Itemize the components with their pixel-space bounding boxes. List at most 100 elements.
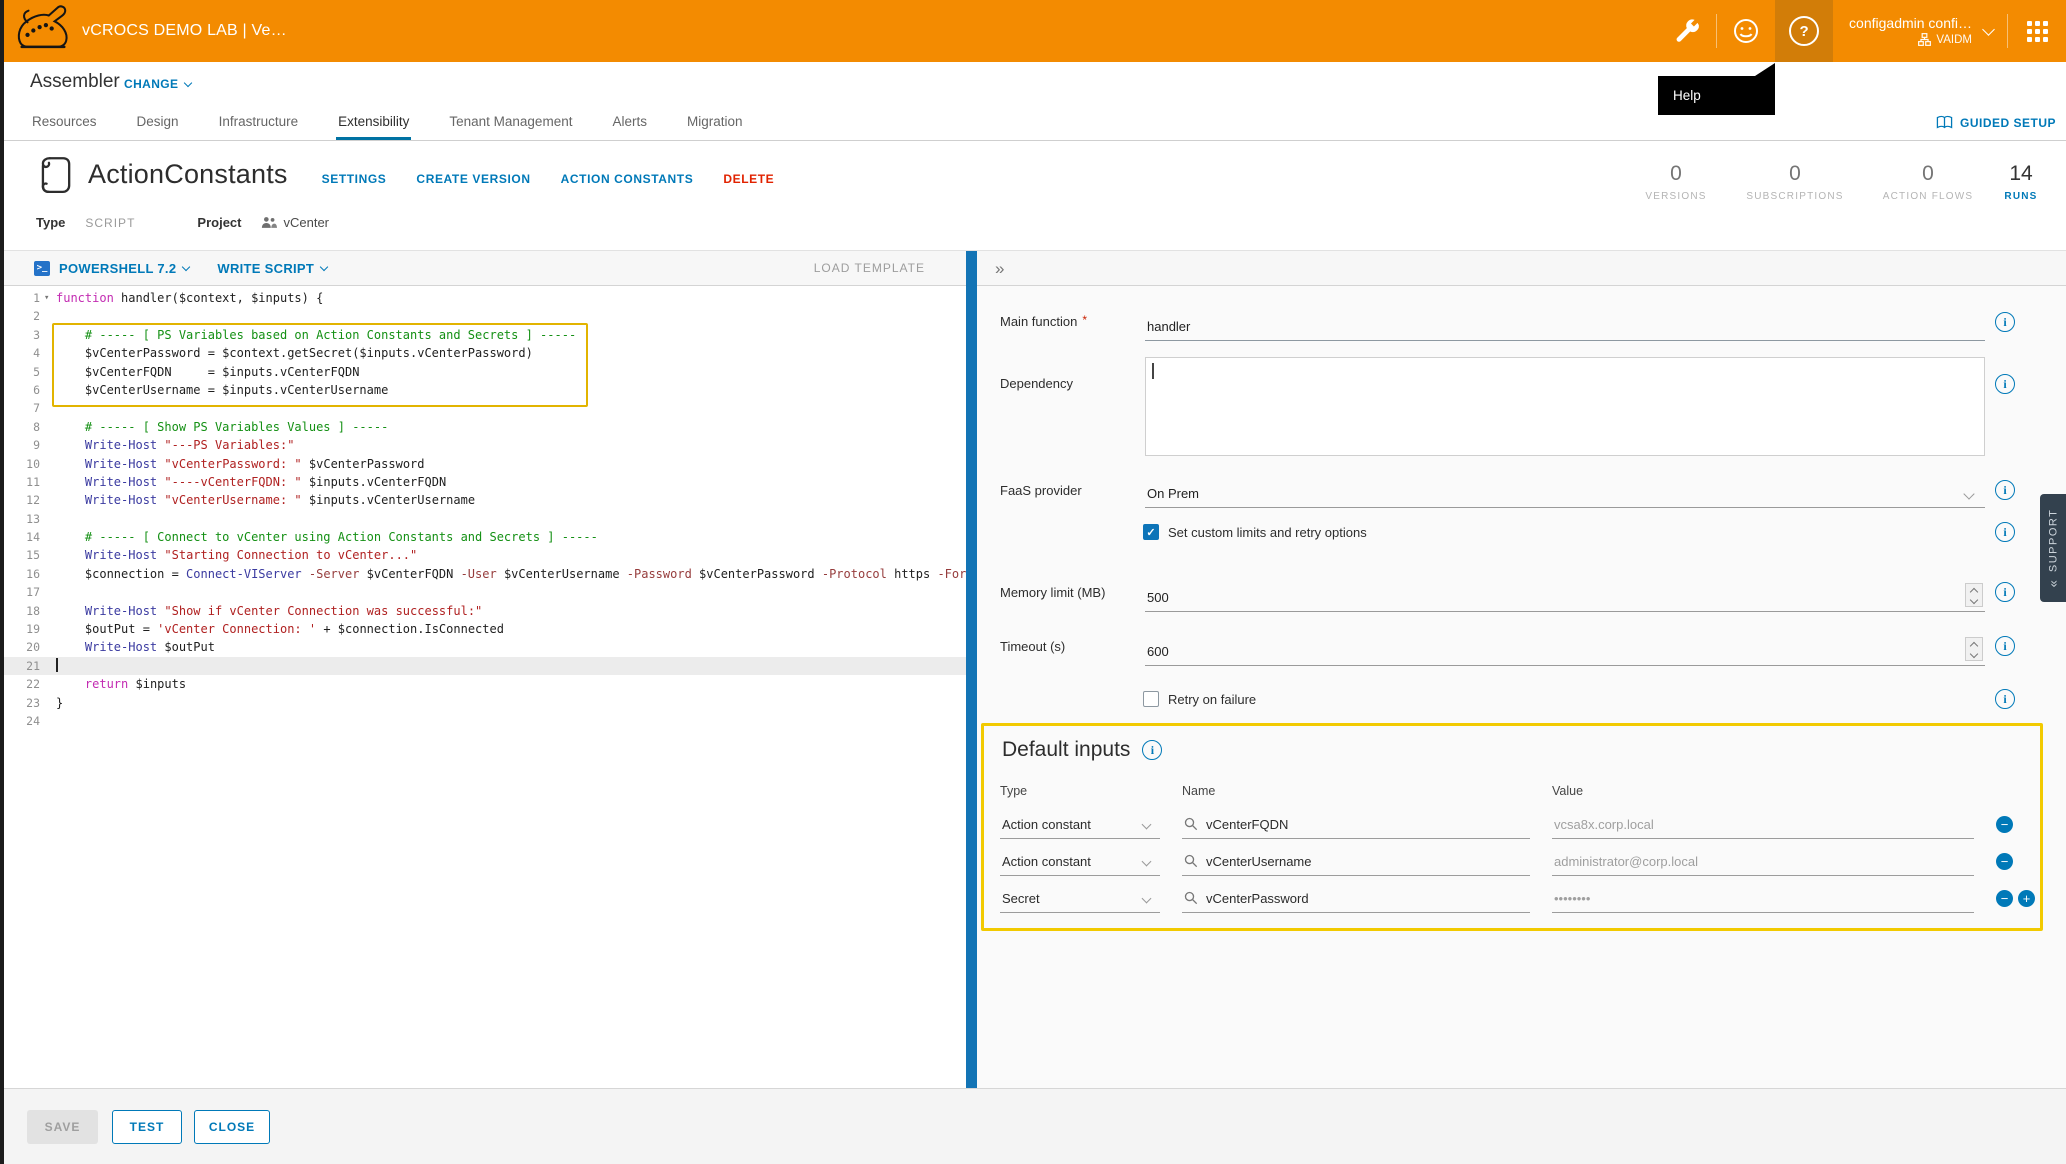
tab-alerts[interactable]: Alerts (610, 114, 649, 140)
code-line-16[interactable]: 16 $connection = Connect-VIServer -Serve… (0, 565, 966, 583)
info-icon[interactable]: i (1995, 582, 2015, 602)
code-line-17[interactable]: 17 (0, 583, 966, 601)
custom-limits-checkbox[interactable]: ✓ (1143, 524, 1159, 540)
code-line-9[interactable]: 9 Write-Host "---PS Variables:" (0, 436, 966, 454)
input-type-select[interactable]: Action constant (1000, 848, 1160, 876)
code-line-10[interactable]: 10 Write-Host "vCenterPassword: " $vCent… (0, 455, 966, 473)
info-icon[interactable]: i (1995, 480, 2015, 500)
info-icon[interactable]: i (1995, 374, 2015, 394)
code-line-2[interactable]: 2 (0, 307, 966, 325)
main-function-input[interactable]: handler (1145, 311, 1985, 341)
runtime-select[interactable]: POWERSHELL 7.2 (59, 261, 189, 276)
code-line-7[interactable]: 7 (0, 399, 966, 417)
code-line-14[interactable]: 14 # ----- [ Connect to vCenter using Ac… (0, 528, 966, 546)
dev-tools-icon[interactable] (1658, 0, 1716, 62)
delete-button[interactable]: DELETE (723, 172, 774, 186)
stat-action-flows[interactable]: 0 ACTION FLOWS (1864, 162, 1992, 202)
write-script-select[interactable]: WRITE SCRIPT (217, 261, 327, 276)
remove-input-button[interactable]: − (1996, 853, 2013, 870)
guided-setup-link[interactable]: GUIDED SETUP (1936, 115, 2056, 130)
test-button[interactable]: TEST (112, 1110, 182, 1144)
dependency-textarea[interactable] (1145, 357, 1985, 456)
number-stepper[interactable] (1965, 583, 1983, 607)
remove-input-button[interactable]: − (1996, 816, 2013, 833)
stat-label: ACTION FLOWS (1864, 191, 1992, 202)
code-line-20[interactable]: 20 Write-Host $outPut (0, 638, 966, 656)
close-button[interactable]: CLOSE (194, 1110, 270, 1144)
input-value-field[interactable]: administrator@corp.local (1552, 848, 1974, 876)
stat-runs[interactable]: 14RUNS (1992, 162, 2050, 202)
memory-limit-input[interactable]: 500 (1145, 582, 1985, 612)
input-name-field[interactable]: vCenterUsername (1182, 848, 1530, 876)
tab-tenant-management[interactable]: Tenant Management (447, 114, 574, 140)
timeout-input[interactable]: 600 (1145, 636, 1985, 666)
save-button[interactable]: SAVE (27, 1110, 98, 1144)
code-line-15[interactable]: 15 Write-Host "Starting Connection to vC… (0, 546, 966, 564)
stat-label: VERSIONS (1626, 191, 1726, 202)
action-constants-button[interactable]: ACTION CONSTANTS (561, 172, 694, 186)
project-value[interactable]: vCenter (261, 215, 329, 230)
code-line-4[interactable]: 4 $vCenterPassword = $context.getSecret(… (0, 344, 966, 362)
change-app-button[interactable]: CHANGE (124, 77, 191, 91)
fold-spacer (44, 399, 54, 417)
tooltip-notch (1755, 63, 1775, 76)
retry-checkbox[interactable] (1143, 691, 1159, 707)
input-type-select[interactable]: Secret (1000, 885, 1160, 913)
input-type-select[interactable]: Action constant (1000, 811, 1160, 839)
load-template-button[interactable]: LOAD TEMPLATE (814, 261, 925, 275)
code-line-22[interactable]: 22 return $inputs (0, 675, 966, 693)
code-line-3[interactable]: 3 # ----- [ PS Variables based on Action… (0, 326, 966, 344)
input-name-field[interactable]: vCenterFQDN (1182, 811, 1530, 839)
powershell-icon: >_ (34, 261, 50, 276)
code-line-5[interactable]: 5 $vCenterFQDN = $inputs.vCenterFQDN (0, 363, 966, 381)
input-value-field[interactable]: vcsa8x.corp.local (1552, 811, 1974, 839)
number-stepper[interactable] (1965, 637, 1983, 661)
code-line-13[interactable]: 13 (0, 510, 966, 528)
support-tab[interactable]: « SUPPORT (2040, 494, 2066, 602)
app-switcher-grid-icon[interactable] (2008, 0, 2066, 62)
code-line-21[interactable]: 21 (0, 657, 966, 675)
faas-provider-select[interactable]: On Prem (1145, 478, 1985, 508)
stat-versions[interactable]: 0VERSIONS (1626, 162, 1726, 202)
code-line-11[interactable]: 11 Write-Host "----vCenterFQDN: " $input… (0, 473, 966, 491)
code-line-12[interactable]: 12 Write-Host "vCenterUsername: " $input… (0, 491, 966, 509)
code-line-8[interactable]: 8 # ----- [ Show PS Variables Values ] -… (0, 418, 966, 436)
code-line-24[interactable]: 24 (0, 712, 966, 730)
code-line-23[interactable]: 23} (0, 694, 966, 712)
code-text (54, 657, 58, 675)
code-line-6[interactable]: 6 $vCenterUsername = $inputs.vCenterUser… (0, 381, 966, 399)
input-value-field[interactable]: •••••••• (1552, 885, 1974, 913)
fold-caret-icon[interactable]: ▾ (44, 289, 54, 307)
tab-infrastructure[interactable]: Infrastructure (217, 114, 301, 140)
remove-input-button[interactable]: − (1996, 890, 2013, 907)
settings-button[interactable]: SETTINGS (322, 172, 387, 186)
input-name-field[interactable]: vCenterPassword (1182, 885, 1530, 913)
code-line-18[interactable]: 18 Write-Host "Show if vCenter Connectio… (0, 602, 966, 620)
user-menu[interactable]: configadmin confi… VAIDM (1833, 15, 2007, 47)
brand-title: vCROCS DEMO LAB | Ve… (82, 0, 287, 62)
code-text: Write-Host $outPut (54, 638, 215, 656)
stat-value: 0 (1864, 162, 1992, 186)
tab-design[interactable]: Design (135, 114, 181, 140)
tab-resources[interactable]: Resources (30, 114, 99, 140)
code-editor[interactable]: 1▾function handler($context, $inputs) {2… (0, 286, 966, 1089)
info-icon[interactable]: i (1995, 522, 2015, 542)
pane-resize-divider[interactable] (966, 251, 977, 1089)
code-line-19[interactable]: 19 $outPut = 'vCenter Connection: ' + $c… (0, 620, 966, 638)
feedback-smiley-icon[interactable] (1717, 0, 1775, 62)
tab-migration[interactable]: Migration (685, 114, 745, 140)
info-icon[interactable]: i (1995, 636, 2015, 656)
collapse-panel-icon[interactable]: » (995, 260, 1004, 277)
line-number: 11 (0, 473, 44, 491)
code-line-1[interactable]: 1▾function handler($context, $inputs) { (0, 289, 966, 307)
info-icon[interactable]: i (1995, 689, 2015, 709)
custom-limits-label: Set custom limits and retry options (1168, 525, 1367, 540)
create-version-button[interactable]: CREATE VERSION (416, 172, 530, 186)
line-number: 12 (0, 491, 44, 509)
help-icon[interactable]: ? (1775, 0, 1833, 62)
info-icon[interactable]: i (1995, 312, 2015, 332)
add-input-button[interactable]: + (2018, 890, 2035, 907)
stat-subscriptions[interactable]: 0SUBSCRIPTIONS (1726, 162, 1864, 202)
info-icon[interactable]: i (1142, 740, 1162, 760)
tab-extensibility[interactable]: Extensibility (336, 114, 411, 140)
